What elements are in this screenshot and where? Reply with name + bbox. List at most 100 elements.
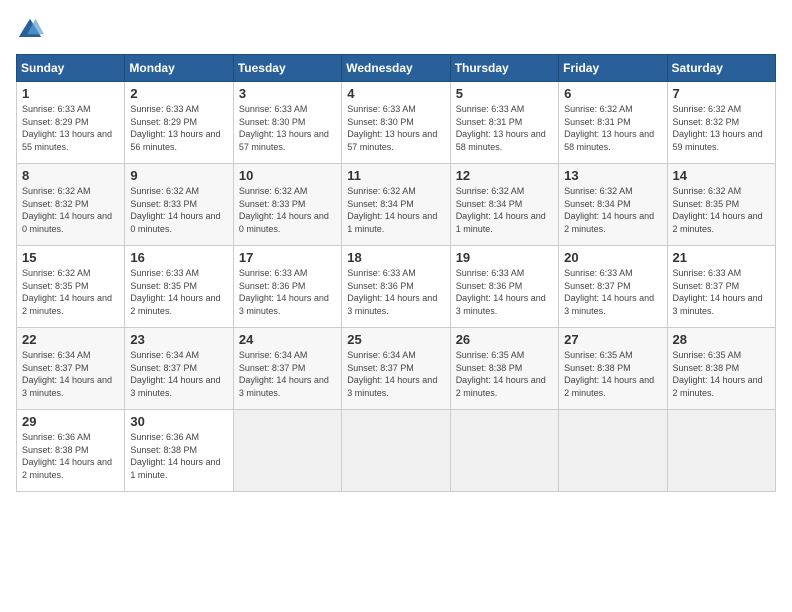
day-number: 19 [456,250,553,265]
column-header-tuesday: Tuesday [233,55,341,82]
day-detail: Sunrise: 6:32 AMSunset: 8:33 PMDaylight:… [239,185,336,235]
calendar-cell: 6 Sunrise: 6:32 AMSunset: 8:31 PMDaylight… [559,82,667,164]
calendar-cell [342,410,450,492]
column-header-friday: Friday [559,55,667,82]
day-detail: Sunrise: 6:34 AMSunset: 8:37 PMDaylight:… [239,349,336,399]
day-detail: Sunrise: 6:33 AMSunset: 8:36 PMDaylight:… [239,267,336,317]
day-detail: Sunrise: 6:32 AMSunset: 8:34 PMDaylight:… [564,185,661,235]
logo [16,16,48,44]
day-number: 28 [673,332,770,347]
calendar-cell: 29 Sunrise: 6:36 AMSunset: 8:38 PMDayligh… [17,410,125,492]
calendar-cell: 4 Sunrise: 6:33 AMSunset: 8:30 PMDaylight… [342,82,450,164]
calendar-cell: 27Sunrise: 6:35 AMSunset: 8:38 PMDayligh… [559,328,667,410]
day-detail: Sunrise: 6:32 AMSunset: 8:32 PMDaylight:… [673,103,770,153]
day-number: 5 [456,86,553,101]
day-number: 11 [347,168,444,183]
calendar-cell: 11 Sunrise: 6:32 AMSunset: 8:34 PMDayligh… [342,164,450,246]
calendar-body: 1 Sunrise: 6:33 AMSunset: 8:29 PMDaylight… [17,82,776,492]
calendar-cell: 22 Sunrise: 6:34 AMSunset: 8:37 PMDayligh… [17,328,125,410]
calendar-cell: 25 Sunrise: 6:34 AMSunset: 8:37 PMDayligh… [342,328,450,410]
day-number: 29 [22,414,119,429]
day-number: 4 [347,86,444,101]
day-number: 24 [239,332,336,347]
day-number: 15 [22,250,119,265]
day-detail: Sunrise: 6:32 AMSunset: 8:35 PMDaylight:… [22,267,119,317]
day-detail: Sunrise: 6:32 AMSunset: 8:35 PMDaylight:… [673,185,770,235]
day-number: 6 [564,86,661,101]
day-detail: Sunrise: 6:33 AMSunset: 8:29 PMDaylight:… [130,103,227,153]
day-number: 30 [130,414,227,429]
calendar-cell: 21 Sunrise: 6:33 AMSunset: 8:37 PMDayligh… [667,246,775,328]
calendar-cell: 2 Sunrise: 6:33 AMSunset: 8:29 PMDaylight… [125,82,233,164]
day-number: 27 [564,332,661,347]
day-number: 17 [239,250,336,265]
calendar-week-4: 22 Sunrise: 6:34 AMSunset: 8:37 PMDayligh… [17,328,776,410]
calendar-cell: 14 Sunrise: 6:32 AMSunset: 8:35 PMDayligh… [667,164,775,246]
calendar-cell: 17 Sunrise: 6:33 AMSunset: 8:36 PMDayligh… [233,246,341,328]
column-header-monday: Monday [125,55,233,82]
calendar-cell: 10 Sunrise: 6:32 AMSunset: 8:33 PMDayligh… [233,164,341,246]
calendar-cell: 12 Sunrise: 6:32 AMSunset: 8:34 PMDayligh… [450,164,558,246]
calendar-cell: 23 Sunrise: 6:34 AMSunset: 8:37 PMDayligh… [125,328,233,410]
calendar-cell: 20Sunrise: 6:33 AMSunset: 8:37 PMDayligh… [559,246,667,328]
calendar-cell: 24 Sunrise: 6:34 AMSunset: 8:37 PMDayligh… [233,328,341,410]
calendar-week-3: 15 Sunrise: 6:32 AMSunset: 8:35 PMDayligh… [17,246,776,328]
calendar-cell [559,410,667,492]
day-detail: Sunrise: 6:32 AMSunset: 8:34 PMDaylight:… [347,185,444,235]
calendar-cell: 1 Sunrise: 6:33 AMSunset: 8:29 PMDaylight… [17,82,125,164]
calendar-cell: 9 Sunrise: 6:32 AMSunset: 8:33 PMDaylight… [125,164,233,246]
day-detail: Sunrise: 6:32 AMSunset: 8:34 PMDaylight:… [456,185,553,235]
calendar-cell: 15 Sunrise: 6:32 AMSunset: 8:35 PMDayligh… [17,246,125,328]
day-number: 25 [347,332,444,347]
calendar-cell: 13Sunrise: 6:32 AMSunset: 8:34 PMDayligh… [559,164,667,246]
day-number: 9 [130,168,227,183]
calendar-cell: 26 Sunrise: 6:35 AMSunset: 8:38 PMDayligh… [450,328,558,410]
calendar-week-1: 1 Sunrise: 6:33 AMSunset: 8:29 PMDaylight… [17,82,776,164]
day-detail: Sunrise: 6:33 AMSunset: 8:37 PMDaylight:… [564,267,661,317]
day-detail: Sunrise: 6:32 AMSunset: 8:31 PMDaylight:… [564,103,661,153]
calendar-week-2: 8Sunrise: 6:32 AMSunset: 8:32 PMDaylight… [17,164,776,246]
calendar-cell: 19 Sunrise: 6:33 AMSunset: 8:36 PMDayligh… [450,246,558,328]
day-number: 2 [130,86,227,101]
day-detail: Sunrise: 6:35 AMSunset: 8:38 PMDaylight:… [673,349,770,399]
day-detail: Sunrise: 6:33 AMSunset: 8:37 PMDaylight:… [673,267,770,317]
day-number: 14 [673,168,770,183]
calendar-cell [667,410,775,492]
page-header [16,16,776,44]
day-detail: Sunrise: 6:36 AMSunset: 8:38 PMDaylight:… [22,431,119,481]
day-detail: Sunrise: 6:33 AMSunset: 8:31 PMDaylight:… [456,103,553,153]
day-detail: Sunrise: 6:33 AMSunset: 8:30 PMDaylight:… [239,103,336,153]
day-number: 7 [673,86,770,101]
calendar-cell: 7 Sunrise: 6:32 AMSunset: 8:32 PMDaylight… [667,82,775,164]
day-detail: Sunrise: 6:33 AMSunset: 8:30 PMDaylight:… [347,103,444,153]
day-detail: Sunrise: 6:33 AMSunset: 8:36 PMDaylight:… [456,267,553,317]
day-detail: Sunrise: 6:32 AMSunset: 8:33 PMDaylight:… [130,185,227,235]
day-number: 26 [456,332,553,347]
day-number: 1 [22,86,119,101]
day-number: 10 [239,168,336,183]
logo-icon [16,16,44,44]
day-detail: Sunrise: 6:34 AMSunset: 8:37 PMDaylight:… [22,349,119,399]
day-number: 22 [22,332,119,347]
day-number: 21 [673,250,770,265]
day-number: 16 [130,250,227,265]
day-number: 12 [456,168,553,183]
day-detail: Sunrise: 6:35 AMSunset: 8:38 PMDaylight:… [456,349,553,399]
calendar-cell: 5 Sunrise: 6:33 AMSunset: 8:31 PMDaylight… [450,82,558,164]
day-detail: Sunrise: 6:34 AMSunset: 8:37 PMDaylight:… [130,349,227,399]
column-header-saturday: Saturday [667,55,775,82]
calendar-cell: 18 Sunrise: 6:33 AMSunset: 8:36 PMDayligh… [342,246,450,328]
day-number: 8 [22,168,119,183]
calendar-cell [233,410,341,492]
day-number: 23 [130,332,227,347]
day-detail: Sunrise: 6:33 AMSunset: 8:29 PMDaylight:… [22,103,119,153]
calendar-cell: 28 Sunrise: 6:35 AMSunset: 8:38 PMDayligh… [667,328,775,410]
day-detail: Sunrise: 6:34 AMSunset: 8:37 PMDaylight:… [347,349,444,399]
calendar-table: SundayMondayTuesdayWednesdayThursdayFrid… [16,54,776,492]
day-detail: Sunrise: 6:36 AMSunset: 8:38 PMDaylight:… [130,431,227,481]
column-header-thursday: Thursday [450,55,558,82]
day-detail: Sunrise: 6:33 AMSunset: 8:36 PMDaylight:… [347,267,444,317]
day-number: 18 [347,250,444,265]
calendar-header: SundayMondayTuesdayWednesdayThursdayFrid… [17,55,776,82]
calendar-cell: 3Sunrise: 6:33 AMSunset: 8:30 PMDaylight… [233,82,341,164]
